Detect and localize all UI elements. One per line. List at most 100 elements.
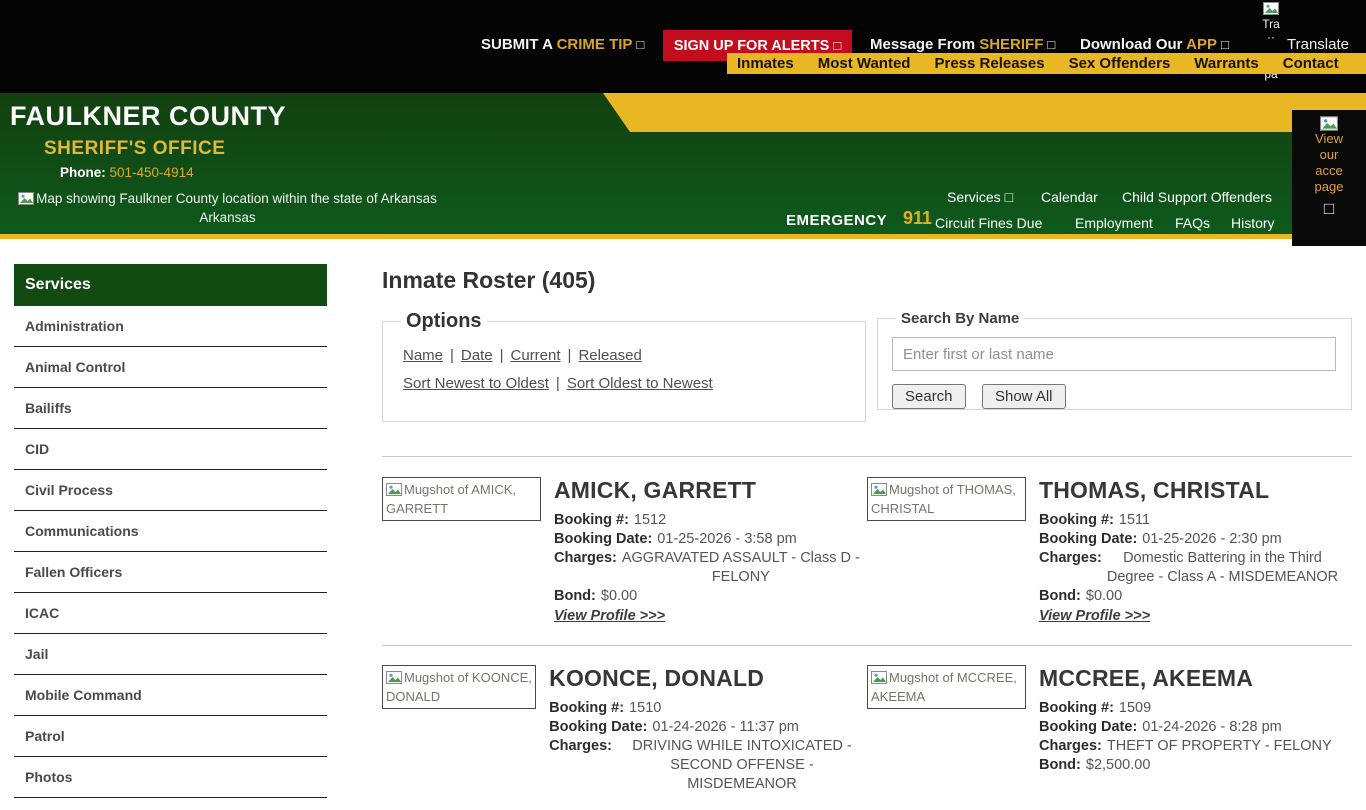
- search-button[interactable]: Search: [892, 384, 966, 409]
- inmate-name: MCCREE, AKEEMA: [1039, 665, 1254, 691]
- filter-date-link[interactable]: Date: [461, 347, 493, 364]
- sort-newest-link[interactable]: Sort Newest to Oldest: [403, 375, 549, 392]
- alerts-label: SIGN UP FOR ALERTS: [673, 37, 830, 54]
- nav-item-contact[interactable]: Contact: [1283, 55, 1339, 72]
- nav-employment[interactable]: Employment: [1075, 215, 1153, 231]
- page-title: Inmate Roster (405): [382, 267, 596, 293]
- separator: |: [567, 347, 572, 364]
- booking-no-label: Booking #:: [549, 700, 625, 716]
- nav-faqs[interactable]: FAQs: [1175, 215, 1210, 231]
- sidebar-item-civil-process[interactable]: Civil Process: [14, 470, 327, 511]
- access-alt-line: our: [1319, 147, 1339, 162]
- booking-no-label: Booking #:: [1039, 700, 1114, 716]
- booking-date-label: Booking Date:: [1039, 719, 1138, 735]
- nav-item-press-releases[interactable]: Press Releases: [934, 55, 1044, 72]
- inmate-row: Mugshot of AMICK, GARRETT AMICK, GARRETT…: [382, 457, 1352, 625]
- mugshot-alt-text: Mugshot of AMICK, GARRETT: [386, 482, 516, 516]
- sidebar-item-patrol[interactable]: Patrol: [14, 716, 327, 757]
- translate-alt-fragment: ··: [1267, 30, 1275, 44]
- message-from-sheriff-link[interactable]: Message From SHERIFF □: [870, 36, 1055, 53]
- message-highlight: SHERIFF: [979, 36, 1044, 53]
- message-prefix: Message From: [870, 36, 980, 53]
- access-alt-line: acce: [1315, 163, 1343, 178]
- filter-released-link[interactable]: Released: [578, 347, 641, 364]
- booking-date-value: 01-24-2026 - 8:28 pm: [1142, 719, 1282, 735]
- phone-number-link[interactable]: 501-450-4914: [110, 165, 194, 180]
- sidebar-item-animal-control[interactable]: Animal Control: [14, 347, 327, 388]
- booking-date-label: Booking Date:: [554, 531, 653, 547]
- bond-value: $0.00: [600, 588, 638, 604]
- booking-no-label: Booking #:: [1039, 512, 1114, 528]
- sidebar-item-jail[interactable]: Jail: [14, 634, 327, 675]
- mugshot-broken-image[interactable]: Mugshot of THOMAS, CHRISTAL: [867, 477, 1026, 521]
- nav-item-inmates[interactable]: Inmates: [737, 55, 794, 72]
- site-header: FAULKNER COUNTY SHERIFF'S OFFICE Phone: …: [0, 93, 1366, 234]
- nav-circuit-fines-due[interactable]: Circuit Fines Due: [935, 215, 1042, 231]
- sidebar-item-administration[interactable]: Administration: [14, 306, 327, 347]
- booking-no-value: 1512: [633, 512, 667, 528]
- filter-links-row: Name | Date | Current | Released: [403, 347, 855, 364]
- separator: |: [555, 375, 560, 392]
- broken-image-icon: [386, 671, 402, 684]
- nav-child-support-offenders[interactable]: Child Support Offenders: [1122, 189, 1272, 205]
- charges-label: Charges:: [1039, 738, 1102, 754]
- map-alt-text-2: Arkansas: [199, 210, 256, 225]
- search-legend: Search By Name: [901, 310, 1020, 327]
- view-profile-link[interactable]: View Profile >>>: [554, 608, 665, 624]
- sidebar-item-photos[interactable]: Photos: [14, 757, 327, 798]
- download-app-link[interactable]: Download Our APP □: [1080, 36, 1229, 53]
- sort-oldest-link[interactable]: Sort Oldest to Newest: [567, 375, 713, 392]
- translate-link[interactable]: Translate: [1287, 36, 1349, 53]
- booking-no-value: 1511: [1118, 512, 1151, 528]
- nav-item-sex-offenders[interactable]: Sex Offenders: [1069, 55, 1171, 72]
- mugshot-broken-image[interactable]: Mugshot of MCCREE, AKEEMA: [867, 665, 1026, 709]
- broken-image-icon: [1263, 2, 1279, 15]
- sidebar-header: Services: [14, 264, 327, 306]
- nav-history[interactable]: History: [1231, 215, 1275, 231]
- county-map-broken-image: Map showing Faulkner County location wit…: [0, 189, 455, 227]
- inmate-name: KOONCE, DONALD: [549, 665, 765, 691]
- submit-crime-tip-link[interactable]: SUBMIT A CRIME TIP □: [481, 36, 644, 53]
- sidebar-item-bailiffs[interactable]: Bailiffs: [14, 388, 327, 429]
- inmate-name: AMICK, GARRETT: [554, 477, 757, 503]
- phone-label: Phone:: [60, 165, 106, 180]
- nav-item-warrants[interactable]: Warrants: [1194, 55, 1258, 72]
- mugshot-broken-image[interactable]: Mugshot of AMICK, GARRETT: [382, 477, 541, 521]
- sidebar-item-fallen-officers[interactable]: Fallen Officers: [14, 552, 327, 593]
- options-legend: Options: [406, 310, 482, 332]
- sidebar-item-communications[interactable]: Communications: [14, 511, 327, 552]
- download-highlight: APP: [1186, 36, 1217, 53]
- inmate-name: THOMAS, CHRISTAL: [1039, 477, 1270, 503]
- show-all-button[interactable]: Show All: [981, 384, 1066, 409]
- sidebar-item-icac[interactable]: ICAC: [14, 593, 327, 634]
- sidebar-item-mobile-command[interactable]: Mobile Command: [14, 675, 327, 716]
- bond-label: Bond:: [554, 588, 596, 604]
- charges-label: Charges:: [554, 550, 617, 566]
- mugshot-alt-text: Mugshot of KOONCE, DONALD: [386, 670, 532, 704]
- inmate-card-koonce: Mugshot of KOONCE, DONALD KOONCE, DONALD…: [382, 665, 867, 810]
- charges-value: THEFT OF PROPERTY - FELONY: [1106, 738, 1332, 754]
- search-input[interactable]: [892, 337, 1336, 371]
- charges-label: Charges:: [1039, 550, 1102, 566]
- booking-no-label: Booking #:: [554, 512, 629, 528]
- nav-services-dropdown[interactable]: Services □: [947, 189, 1013, 205]
- filter-name-link[interactable]: Name: [403, 347, 443, 364]
- mugshot-alt-text: Mugshot of THOMAS, CHRISTAL: [871, 482, 1016, 516]
- mugshot-broken-image[interactable]: Mugshot of KOONCE, DONALD: [382, 665, 537, 709]
- nav-calendar[interactable]: Calendar: [1041, 189, 1098, 205]
- sidebar-item-cid[interactable]: CID: [14, 429, 327, 470]
- nav-item-most-wanted[interactable]: Most Wanted: [818, 55, 911, 72]
- translate-broken-image[interactable]: Tra ·· pa: [1258, 2, 1284, 90]
- inmate-roster-main: Inmate Roster (405) Options Name | Date | Cu…: [382, 267, 1352, 810]
- accessibility-page-link[interactable]: View our acce page □: [1292, 110, 1366, 246]
- charges-label: Charges:: [549, 738, 612, 754]
- view-profile-link[interactable]: View Profile >>>: [1039, 608, 1150, 624]
- top-utility-bar: SUBMIT A CRIME TIP □ SIGN UP FOR ALERTS □ …: [0, 0, 1366, 93]
- options-panel: Options Name | Date | Current | Released Sort …: [382, 310, 866, 422]
- map-alt-text: Map showing Faulkner County location wit…: [36, 191, 437, 206]
- gold-divider-stripe: [0, 234, 1366, 239]
- charges-value: DRIVING WHILE INTOXICATED - SECOND OFFENS…: [632, 738, 852, 792]
- emergency-number: 911: [903, 208, 933, 228]
- separator: |: [450, 347, 454, 364]
- filter-current-link[interactable]: Current: [511, 347, 561, 364]
